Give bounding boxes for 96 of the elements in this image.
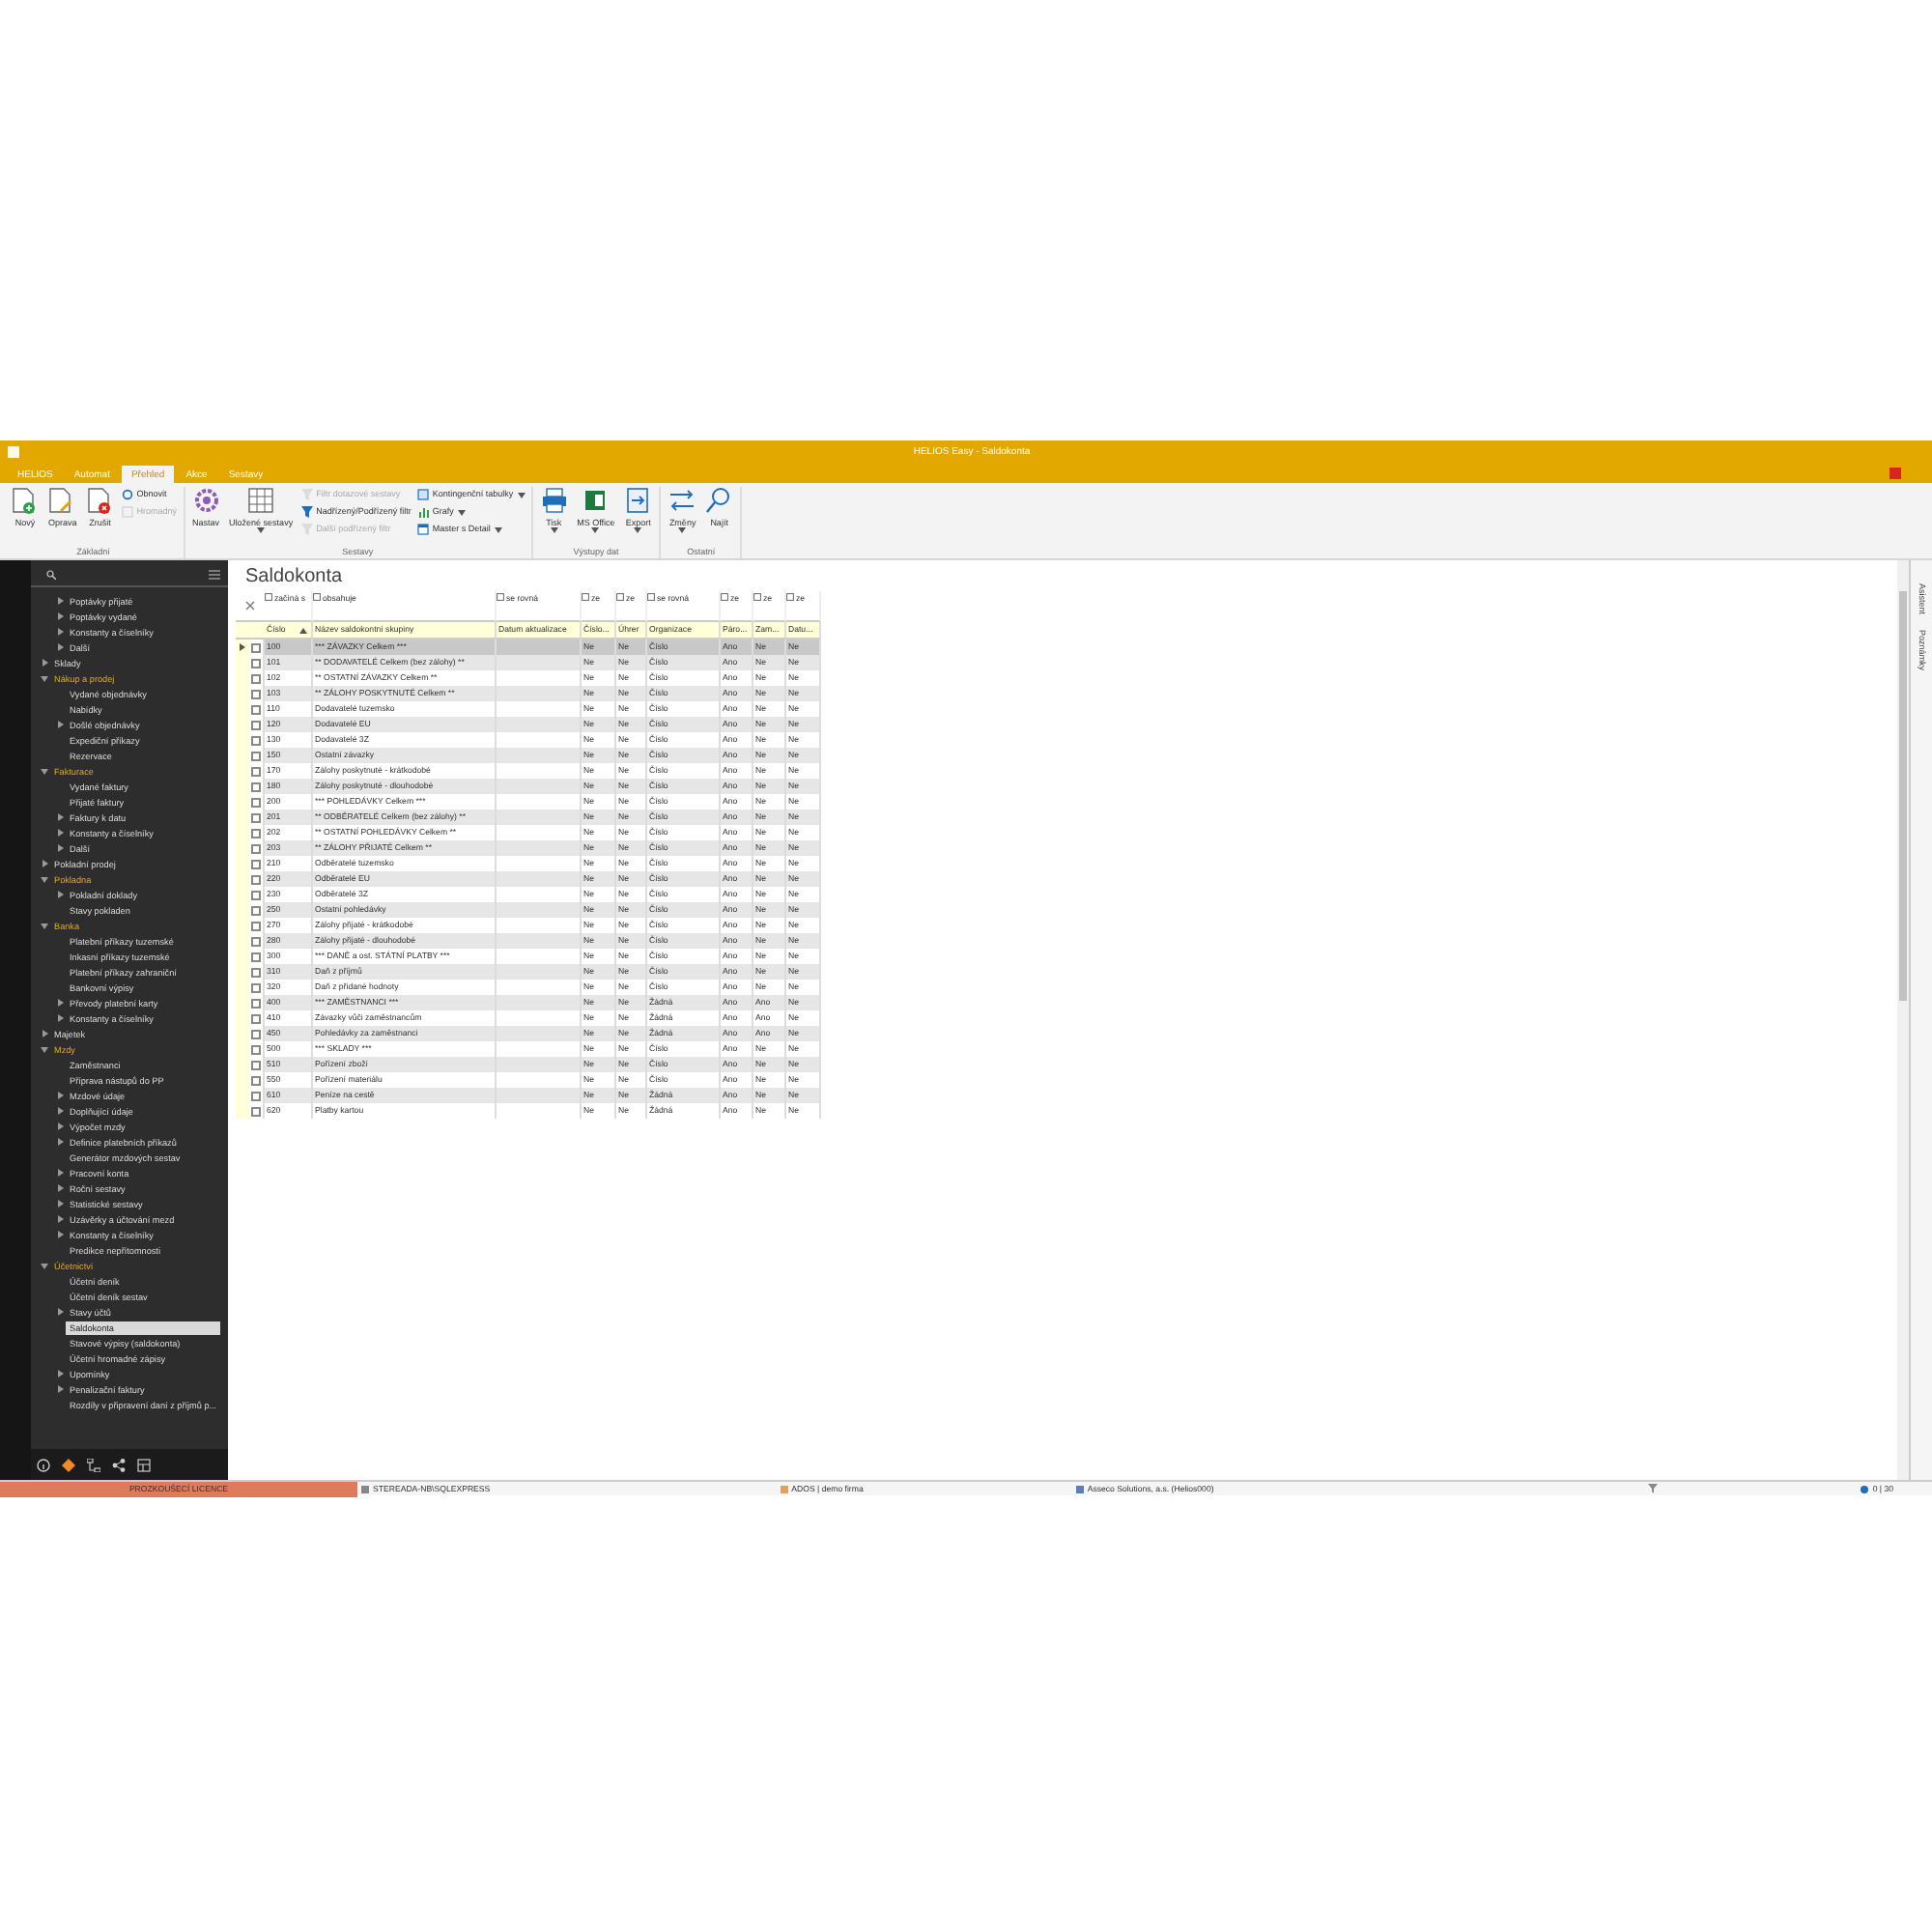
expand-arrow-icon[interactable] — [56, 891, 64, 898]
row-checkbox[interactable] — [251, 1106, 261, 1116]
settings-icon — [192, 487, 220, 514]
collapse-arrow-icon[interactable] — [41, 875, 48, 883]
expand-arrow-icon[interactable] — [56, 628, 64, 636]
row-checkbox[interactable] — [251, 982, 261, 992]
share-icon[interactable] — [112, 1458, 126, 1471]
menu-icon[interactable] — [209, 570, 220, 580]
expand-arrow-icon[interactable] — [56, 721, 64, 728]
sort-icon — [299, 627, 307, 633]
collapse-arrow-icon[interactable] — [41, 767, 48, 775]
expand-arrow-icon[interactable] — [41, 1030, 48, 1037]
filter-operator-icon[interactable] — [313, 593, 321, 601]
row-checkbox[interactable] — [251, 1013, 261, 1023]
diamond-icon[interactable] — [62, 1458, 75, 1471]
collapse-arrow-icon[interactable] — [41, 1262, 48, 1269]
row-checkbox[interactable] — [251, 1044, 261, 1054]
row-checkbox[interactable] — [251, 828, 261, 838]
search-icon[interactable] — [46, 570, 56, 580]
window-icon — [416, 524, 429, 535]
info-icon — [1861, 1485, 1869, 1492]
info-icon[interactable] — [37, 1458, 50, 1471]
expand-arrow-icon[interactable] — [56, 999, 64, 1007]
row-checkbox[interactable] — [251, 843, 261, 853]
expand-arrow-icon[interactable] — [56, 1215, 64, 1223]
company-icon — [1075, 1485, 1084, 1492]
row-checkbox[interactable] — [251, 905, 261, 915]
expand-arrow-icon[interactable] — [56, 1385, 64, 1393]
collapse-arrow-icon[interactable] — [41, 922, 48, 929]
expand-arrow-icon[interactable] — [56, 1122, 64, 1130]
page-title: Saldokonta — [243, 564, 345, 591]
row-checkbox[interactable] — [251, 874, 261, 884]
row-checkbox[interactable] — [251, 797, 261, 807]
expand-arrow-icon[interactable] — [56, 612, 64, 620]
expand-arrow-icon[interactable] — [56, 1231, 64, 1238]
chart-icon — [416, 506, 429, 518]
row-checkbox[interactable] — [251, 967, 261, 977]
filter-icon[interactable] — [1648, 1484, 1659, 1493]
expand-arrow-icon[interactable] — [56, 844, 64, 852]
row-checkbox[interactable] — [251, 720, 261, 729]
expand-arrow-icon[interactable] — [56, 1200, 64, 1208]
table-icon — [416, 489, 429, 500]
layout-icon[interactable] — [137, 1458, 151, 1471]
collapse-arrow-icon[interactable] — [41, 674, 48, 682]
row-checkbox[interactable] — [251, 1029, 261, 1038]
stack-icon — [121, 506, 133, 518]
row-checkbox[interactable] — [251, 704, 261, 714]
filter-operator-icon[interactable] — [753, 593, 761, 601]
row-checkbox[interactable] — [251, 921, 261, 930]
filter-operator-icon[interactable] — [647, 593, 655, 601]
expand-arrow-icon[interactable] — [56, 1014, 64, 1022]
expand-arrow-icon[interactable] — [56, 1107, 64, 1115]
row-checkbox[interactable] — [251, 936, 261, 946]
filter-operator-icon[interactable] — [616, 593, 624, 601]
expand-arrow-icon[interactable] — [56, 1370, 64, 1378]
row-checkbox[interactable] — [251, 890, 261, 899]
row-checkbox[interactable] — [251, 952, 261, 961]
row-checkbox[interactable] — [251, 751, 261, 760]
row-checkbox[interactable] — [251, 1060, 261, 1069]
row-checkbox[interactable] — [251, 735, 261, 745]
refresh-icon — [121, 489, 133, 500]
expand-arrow-icon[interactable] — [56, 813, 64, 821]
hierarchy-icon[interactable] — [87, 1458, 100, 1471]
expand-arrow-icon[interactable] — [56, 1092, 64, 1099]
row-checkbox[interactable] — [251, 812, 261, 822]
filter-operator-icon[interactable] — [582, 593, 589, 601]
expand-arrow-icon[interactable] — [56, 1169, 64, 1177]
row-checkbox[interactable] — [251, 998, 261, 1008]
search-icon — [705, 487, 733, 514]
row-checkbox[interactable] — [251, 1091, 261, 1100]
expand-arrow-icon[interactable] — [56, 1308, 64, 1316]
row-checkbox[interactable] — [251, 859, 261, 868]
filter-operator-icon[interactable] — [497, 593, 504, 601]
row-checkbox[interactable] — [251, 642, 261, 652]
row-checkbox[interactable] — [251, 1075, 261, 1085]
filter-operator-icon[interactable] — [721, 593, 728, 601]
row-checkbox[interactable] — [251, 689, 261, 698]
row-checkbox[interactable] — [251, 673, 261, 683]
row-checkbox[interactable] — [251, 781, 261, 791]
row-checkbox[interactable] — [251, 766, 261, 776]
expand-arrow-icon[interactable] — [56, 643, 64, 651]
expand-arrow-icon[interactable] — [56, 1184, 64, 1192]
expand-arrow-icon[interactable] — [56, 1138, 64, 1146]
expand-arrow-icon[interactable] — [56, 829, 64, 837]
row-checkbox[interactable] — [251, 658, 261, 668]
expand-arrow-icon[interactable] — [41, 860, 48, 867]
database-icon — [780, 1485, 788, 1492]
scrollbar-thumb[interactable] — [1899, 591, 1907, 1001]
server-icon — [361, 1485, 369, 1492]
collapse-arrow-icon[interactable] — [41, 1045, 48, 1053]
expand-arrow-icon[interactable] — [41, 659, 48, 667]
swap-arrows-icon — [668, 487, 696, 514]
clear-filter-icon[interactable] — [245, 601, 255, 611]
filter-operator-icon[interactable] — [265, 593, 272, 601]
expand-arrow-icon[interactable] — [56, 597, 64, 605]
filter-operator-icon[interactable] — [786, 593, 794, 601]
